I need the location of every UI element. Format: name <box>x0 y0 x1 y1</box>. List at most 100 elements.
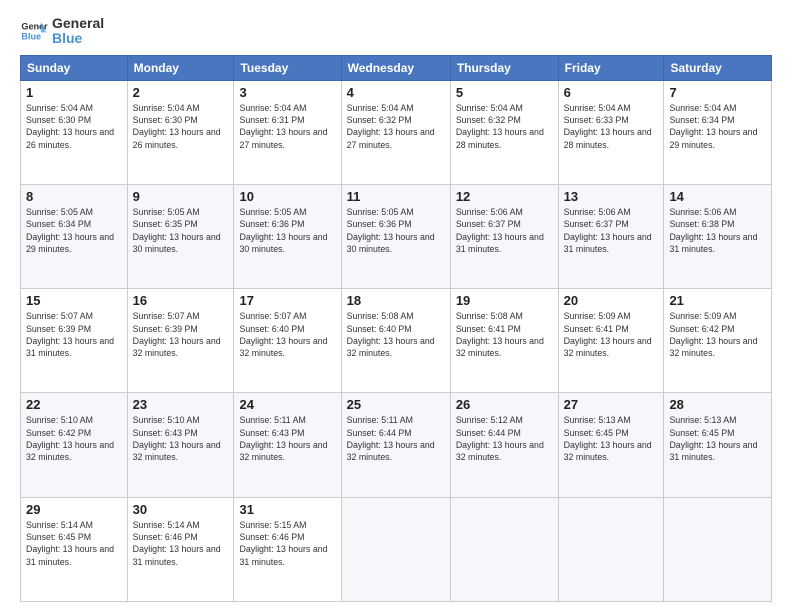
day-number: 1 <box>26 85 122 100</box>
calendar-cell: 12 Sunrise: 5:06 AMSunset: 6:37 PMDayligh… <box>450 185 558 289</box>
day-info: Sunrise: 5:15 AMSunset: 6:46 PMDaylight:… <box>239 519 335 568</box>
calendar-cell: 7 Sunrise: 5:04 AMSunset: 6:34 PMDaylight… <box>664 80 772 184</box>
calendar-cell: 2 Sunrise: 5:04 AMSunset: 6:30 PMDaylight… <box>127 80 234 184</box>
calendar-cell: 27 Sunrise: 5:13 AMSunset: 6:45 PMDayligh… <box>558 393 664 497</box>
day-number: 18 <box>347 293 445 308</box>
calendar-cell: 9 Sunrise: 5:05 AMSunset: 6:35 PMDaylight… <box>127 185 234 289</box>
day-info: Sunrise: 5:14 AMSunset: 6:46 PMDaylight:… <box>133 519 229 568</box>
day-info: Sunrise: 5:04 AMSunset: 6:33 PMDaylight:… <box>564 102 659 151</box>
day-info: Sunrise: 5:04 AMSunset: 6:30 PMDaylight:… <box>133 102 229 151</box>
day-number: 20 <box>564 293 659 308</box>
day-info: Sunrise: 5:08 AMSunset: 6:41 PMDaylight:… <box>456 310 553 359</box>
day-number: 24 <box>239 397 335 412</box>
calendar-week-1: 1 Sunrise: 5:04 AMSunset: 6:30 PMDaylight… <box>21 80 772 184</box>
day-info: Sunrise: 5:13 AMSunset: 6:45 PMDaylight:… <box>669 414 766 463</box>
calendar-cell: 19 Sunrise: 5:08 AMSunset: 6:41 PMDayligh… <box>450 289 558 393</box>
day-info: Sunrise: 5:06 AMSunset: 6:37 PMDaylight:… <box>456 206 553 255</box>
calendar-header-friday: Friday <box>558 55 664 80</box>
day-number: 29 <box>26 502 122 517</box>
header: General Blue General Blue <box>20 16 772 47</box>
day-info: Sunrise: 5:13 AMSunset: 6:45 PMDaylight:… <box>564 414 659 463</box>
day-number: 21 <box>669 293 766 308</box>
calendar-cell: 6Sunrise: 5:04 AMSunset: 6:33 PMDaylight… <box>558 80 664 184</box>
day-number: 3 <box>239 85 335 100</box>
logo: General Blue General Blue <box>20 16 104 47</box>
day-info: Sunrise: 5:08 AMSunset: 6:40 PMDaylight:… <box>347 310 445 359</box>
calendar-cell: 11 Sunrise: 5:05 AMSunset: 6:36 PMDayligh… <box>341 185 450 289</box>
calendar-cell: 5 Sunrise: 5:04 AMSunset: 6:32 PMDaylight… <box>450 80 558 184</box>
day-info: Sunrise: 5:11 AMSunset: 6:43 PMDaylight:… <box>239 414 335 463</box>
day-number: 28 <box>669 397 766 412</box>
day-number: 16 <box>133 293 229 308</box>
calendar-week-3: 15 Sunrise: 5:07 AMSunset: 6:39 PMDayligh… <box>21 289 772 393</box>
day-number: 5 <box>456 85 553 100</box>
calendar-cell: 31 Sunrise: 5:15 AMSunset: 6:46 PMDayligh… <box>234 497 341 601</box>
day-number: 27 <box>564 397 659 412</box>
calendar-cell: 23Sunrise: 5:10 AMSunset: 6:43 PMDayligh… <box>127 393 234 497</box>
day-info: Sunrise: 5:09 AMSunset: 6:41 PMDaylight:… <box>564 310 659 359</box>
calendar-cell: 18 Sunrise: 5:08 AMSunset: 6:40 PMDayligh… <box>341 289 450 393</box>
calendar-cell: 29 Sunrise: 5:14 AMSunset: 6:45 PMDayligh… <box>21 497 128 601</box>
day-info: Sunrise: 5:12 AMSunset: 6:44 PMDaylight:… <box>456 414 553 463</box>
day-info: Sunrise: 5:04 AMSunset: 6:31 PMDaylight:… <box>239 102 335 151</box>
svg-text:Blue: Blue <box>21 32 41 42</box>
day-info: Sunrise: 5:10 AMSunset: 6:42 PMDaylight:… <box>26 414 122 463</box>
calendar-cell: 16 Sunrise: 5:07 AMSunset: 6:39 PMDayligh… <box>127 289 234 393</box>
day-number: 11 <box>347 189 445 204</box>
day-info: Sunrise: 5:06 AMSunset: 6:38 PMDaylight:… <box>669 206 766 255</box>
day-info: Sunrise: 5:10 AMSunset: 6:43 PMDaylight:… <box>133 414 229 463</box>
calendar-cell: 25Sunrise: 5:11 AMSunset: 6:44 PMDayligh… <box>341 393 450 497</box>
day-number: 10 <box>239 189 335 204</box>
calendar-cell: 26Sunrise: 5:12 AMSunset: 6:44 PMDayligh… <box>450 393 558 497</box>
day-number: 9 <box>133 189 229 204</box>
day-info: Sunrise: 5:04 AMSunset: 6:30 PMDaylight:… <box>26 102 122 151</box>
calendar-cell <box>450 497 558 601</box>
calendar-cell: 10Sunrise: 5:05 AMSunset: 6:36 PMDayligh… <box>234 185 341 289</box>
calendar-cell: 4 Sunrise: 5:04 AMSunset: 6:32 PMDaylight… <box>341 80 450 184</box>
calendar-header-wednesday: Wednesday <box>341 55 450 80</box>
calendar-cell: 22 Sunrise: 5:10 AMSunset: 6:42 PMDayligh… <box>21 393 128 497</box>
day-number: 13 <box>564 189 659 204</box>
calendar-week-2: 8Sunrise: 5:05 AMSunset: 6:34 PMDaylight… <box>21 185 772 289</box>
day-info: Sunrise: 5:07 AMSunset: 6:39 PMDaylight:… <box>26 310 122 359</box>
day-info: Sunrise: 5:04 AMSunset: 6:34 PMDaylight:… <box>669 102 766 151</box>
logo-text: General Blue <box>52 16 104 47</box>
calendar-cell: 1 Sunrise: 5:04 AMSunset: 6:30 PMDaylight… <box>21 80 128 184</box>
day-number: 15 <box>26 293 122 308</box>
calendar-cell: 30Sunrise: 5:14 AMSunset: 6:46 PMDayligh… <box>127 497 234 601</box>
day-info: Sunrise: 5:07 AMSunset: 6:40 PMDaylight:… <box>239 310 335 359</box>
day-info: Sunrise: 5:14 AMSunset: 6:45 PMDaylight:… <box>26 519 122 568</box>
day-number: 22 <box>26 397 122 412</box>
calendar-week-4: 22 Sunrise: 5:10 AMSunset: 6:42 PMDayligh… <box>21 393 772 497</box>
calendar-header-tuesday: Tuesday <box>234 55 341 80</box>
day-info: Sunrise: 5:05 AMSunset: 6:36 PMDaylight:… <box>347 206 445 255</box>
day-number: 12 <box>456 189 553 204</box>
day-number: 2 <box>133 85 229 100</box>
page: General Blue General Blue SundayMondayTu… <box>0 0 792 612</box>
day-number: 7 <box>669 85 766 100</box>
calendar-header-row: SundayMondayTuesdayWednesdayThursdayFrid… <box>21 55 772 80</box>
day-number: 31 <box>239 502 335 517</box>
calendar-cell <box>341 497 450 601</box>
day-number: 14 <box>669 189 766 204</box>
calendar-cell: 13Sunrise: 5:06 AMSunset: 6:37 PMDayligh… <box>558 185 664 289</box>
calendar-week-5: 29 Sunrise: 5:14 AMSunset: 6:45 PMDayligh… <box>21 497 772 601</box>
day-info: Sunrise: 5:04 AMSunset: 6:32 PMDaylight:… <box>347 102 445 151</box>
calendar-header-saturday: Saturday <box>664 55 772 80</box>
calendar-header-sunday: Sunday <box>21 55 128 80</box>
day-info: Sunrise: 5:04 AMSunset: 6:32 PMDaylight:… <box>456 102 553 151</box>
logo-icon: General Blue <box>20 17 48 45</box>
calendar-cell: 17Sunrise: 5:07 AMSunset: 6:40 PMDayligh… <box>234 289 341 393</box>
calendar-cell <box>558 497 664 601</box>
calendar-cell: 20 Sunrise: 5:09 AMSunset: 6:41 PMDayligh… <box>558 289 664 393</box>
day-info: Sunrise: 5:07 AMSunset: 6:39 PMDaylight:… <box>133 310 229 359</box>
day-info: Sunrise: 5:09 AMSunset: 6:42 PMDaylight:… <box>669 310 766 359</box>
day-number: 19 <box>456 293 553 308</box>
calendar-cell: 15 Sunrise: 5:07 AMSunset: 6:39 PMDayligh… <box>21 289 128 393</box>
calendar-header-monday: Monday <box>127 55 234 80</box>
day-number: 4 <box>347 85 445 100</box>
day-info: Sunrise: 5:05 AMSunset: 6:35 PMDaylight:… <box>133 206 229 255</box>
day-info: Sunrise: 5:11 AMSunset: 6:44 PMDaylight:… <box>347 414 445 463</box>
calendar-cell: 24 Sunrise: 5:11 AMSunset: 6:43 PMDayligh… <box>234 393 341 497</box>
calendar-cell: 28 Sunrise: 5:13 AMSunset: 6:45 PMDayligh… <box>664 393 772 497</box>
